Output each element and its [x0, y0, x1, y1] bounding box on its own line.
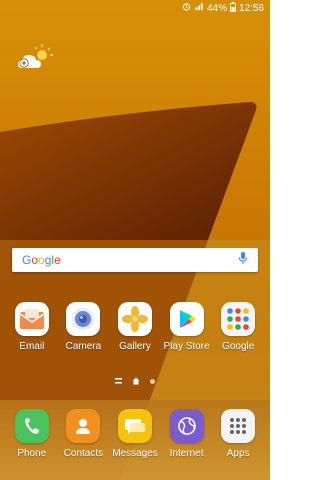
app-label: Apps: [226, 448, 250, 459]
app-internet[interactable]: Internet: [163, 409, 211, 459]
status-bar: 44% 12:56: [0, 0, 270, 16]
app-label: Gallery: [119, 341, 151, 352]
weather-sun-cloud-icon: [18, 44, 53, 68]
dock: Phone Contacts Messages Internet Apps: [0, 409, 270, 459]
gallery-icon: [117, 302, 152, 336]
contacts-icon: [66, 409, 101, 443]
microphone-icon[interactable]: [238, 251, 248, 270]
phone-icon: [14, 409, 49, 443]
email-icon: [14, 302, 49, 336]
google-folder-icon: [221, 302, 256, 336]
app-contacts[interactable]: Contacts: [59, 409, 107, 459]
apps-grid-icon: [221, 409, 256, 443]
app-messages[interactable]: Messages: [111, 409, 159, 459]
messages-icon: [117, 409, 152, 443]
app-google-folder[interactable]: Google: [214, 302, 262, 352]
app-label: Google: [222, 341, 255, 352]
home-page-icon: [132, 377, 140, 385]
app-gallery[interactable]: Gallery: [111, 302, 159, 352]
app-label: Play Store: [163, 341, 210, 352]
page-dot: [150, 378, 155, 384]
app-label: Phone: [17, 448, 47, 459]
app-email[interactable]: Email: [8, 302, 56, 352]
app-label: Email: [19, 341, 45, 352]
app-label: Camera: [65, 341, 102, 352]
weather-widget[interactable]: [16, 42, 54, 72]
google-logo: Google: [22, 253, 61, 267]
menu-lines-icon: [115, 378, 122, 384]
alarm-icon: [182, 2, 191, 14]
app-label: Contacts: [63, 448, 104, 459]
app-play-store[interactable]: Play Store: [163, 302, 211, 352]
internet-icon: [169, 409, 204, 443]
app-label: Messages: [112, 448, 158, 459]
signal-icon: [194, 2, 204, 14]
app-camera[interactable]: Camera: [59, 302, 107, 352]
camera-icon: [66, 302, 101, 336]
home-app-row: Email Camera Gallery Play Store Google: [0, 302, 270, 352]
battery-percent: 44%: [206, 2, 227, 14]
play-store-icon: [169, 302, 204, 336]
app-label: Internet: [169, 448, 204, 459]
app-drawer[interactable]: Apps: [214, 409, 262, 459]
app-phone[interactable]: Phone: [8, 409, 56, 459]
google-search-bar[interactable]: Google: [12, 248, 258, 272]
battery-icon: [229, 1, 236, 15]
clock-time: 12:56: [238, 2, 264, 14]
page-indicator[interactable]: [0, 377, 270, 385]
